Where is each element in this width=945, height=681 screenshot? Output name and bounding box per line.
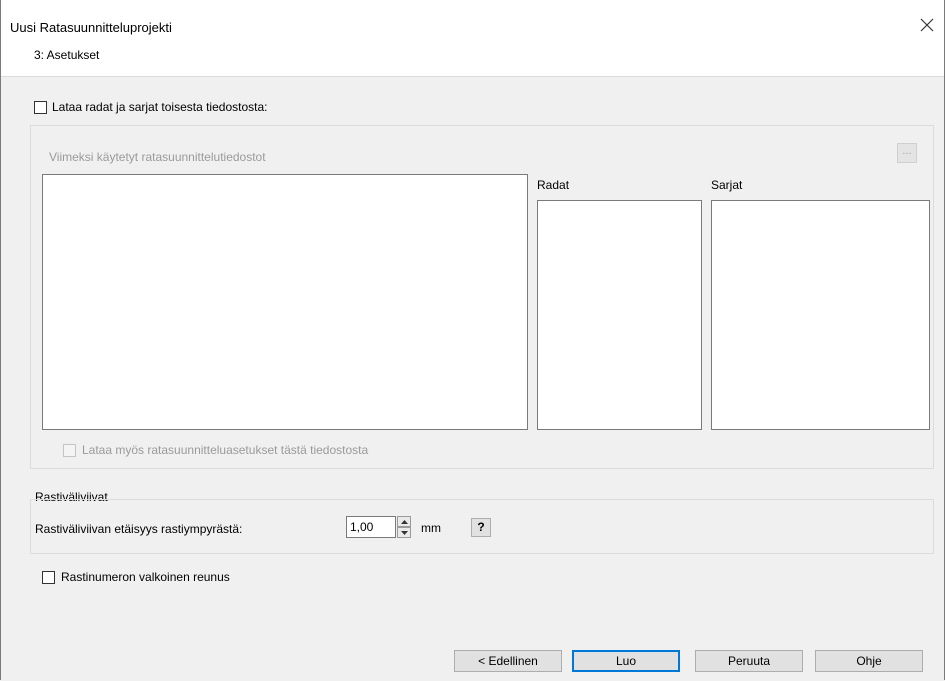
close-icon — [920, 18, 934, 32]
create-button[interactable]: Luo — [572, 650, 680, 672]
leg-line-distance-label: Rastiväliviivan etäisyys rastiympyrästä: — [35, 522, 243, 536]
help-button[interactable]: Ohje — [815, 650, 923, 672]
back-button-label: < Edellinen — [478, 654, 538, 668]
spin-up-button[interactable] — [397, 516, 411, 527]
step-title: 3: Asetukset — [34, 48, 100, 62]
dialog-title: Uusi Ratasuunnitteluprojekti — [10, 20, 172, 35]
cancel-button-label: Peruuta — [727, 654, 771, 668]
categories-list[interactable] — [711, 200, 930, 430]
categories-label: Sarjat — [711, 178, 743, 192]
recent-files-list[interactable] — [42, 174, 528, 430]
load-settings-checkbox[interactable] — [63, 444, 76, 457]
browse-button[interactable]: ... — [897, 143, 917, 163]
leg-line-distance-input[interactable] — [346, 516, 396, 538]
cancel-button[interactable]: Peruuta — [695, 650, 803, 672]
leg-line-help-button[interactable]: ? — [471, 518, 491, 537]
load-settings-label: Lataa myös ratasuunnitteluasetukset täst… — [82, 443, 369, 457]
create-button-label: Luo — [615, 654, 637, 668]
back-button[interactable]: < Edellinen — [454, 650, 562, 672]
load-from-file-label[interactable]: Lataa radat ja sarjat toisesta tiedostos… — [52, 100, 267, 114]
load-from-file-checkbox[interactable] — [34, 101, 47, 114]
white-outline-checkbox[interactable] — [42, 571, 55, 584]
spin-down-button[interactable] — [397, 527, 411, 538]
title-bar: Uusi Ratasuunnitteluprojekti 3: Asetukse… — [1, 0, 944, 77]
help-button-label: Ohje — [856, 654, 882, 668]
recent-files-label: Viimeksi käytetyt ratasuunnittelutiedost… — [49, 150, 266, 164]
caret-up-icon — [400, 519, 408, 524]
courses-list[interactable] — [537, 200, 702, 430]
close-button[interactable] — [916, 14, 938, 36]
dialog-window: Uusi Ratasuunnitteluprojekti 3: Asetukse… — [0, 0, 945, 680]
white-outline-label[interactable]: Rastinumeron valkoinen reunus — [61, 570, 230, 584]
courses-label: Radat — [537, 178, 570, 192]
unit-label: mm — [421, 521, 441, 535]
caret-down-icon — [400, 530, 408, 535]
